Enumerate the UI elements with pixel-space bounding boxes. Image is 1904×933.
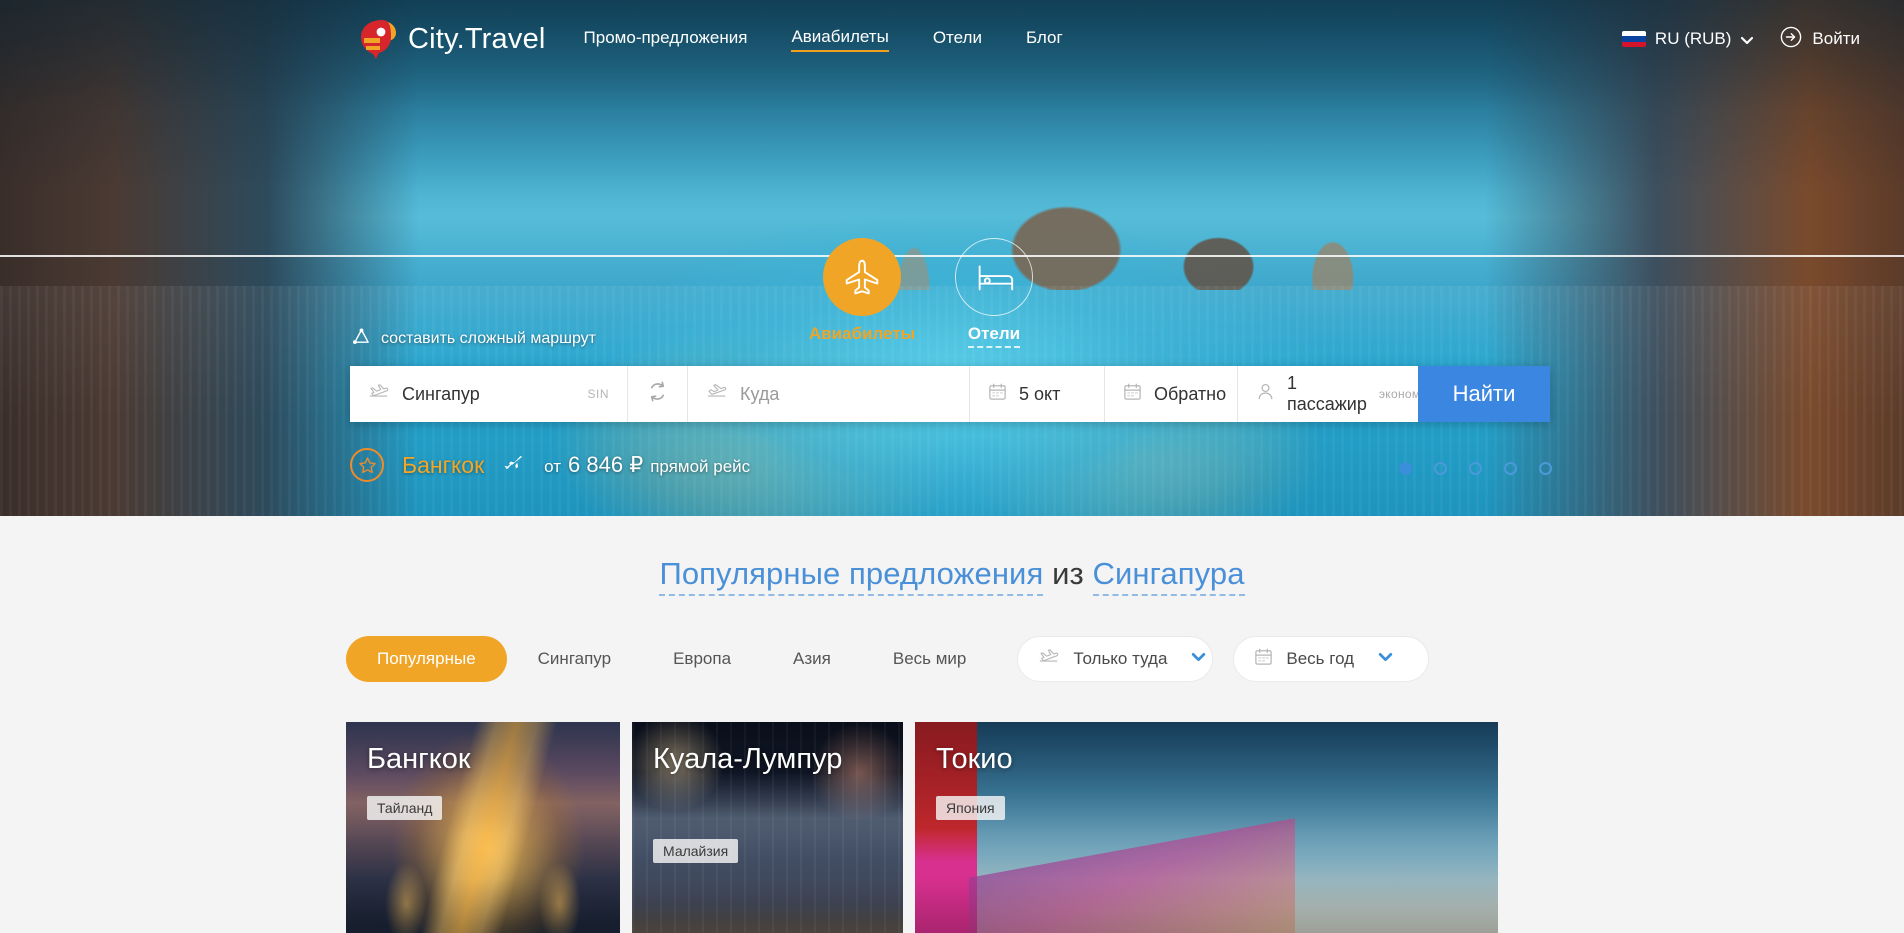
carousel-dots xyxy=(1399,462,1552,475)
category-tabs: Популярные Сингапур Европа Азия Весь мир xyxy=(346,636,997,682)
bed-icon xyxy=(955,238,1033,316)
promo-offer-bar[interactable]: Бангкок от 6 846 ₽ прямой рейс xyxy=(350,448,750,482)
nav-item-hotels[interactable]: Отели xyxy=(933,28,982,51)
star-circle-icon xyxy=(350,448,384,482)
mode-tab-flights-label: Авиабилеты xyxy=(808,324,916,343)
carousel-dot-4[interactable] xyxy=(1504,462,1517,475)
destination-card[interactable]: Токио Япония xyxy=(915,722,1498,933)
flight-search-form: Сингапур SIN Куда 5 окт Обратно 1 пассаж… xyxy=(350,366,1550,422)
trip-type-dropdown[interactable]: Только туда xyxy=(1017,636,1214,682)
passengers-value: 1 пассажир xyxy=(1287,373,1367,414)
carousel-dot-1[interactable] xyxy=(1399,462,1412,475)
origin-value: Сингапур xyxy=(402,383,480,404)
tab-europe[interactable]: Европа xyxy=(642,636,762,682)
destination-cards: Бангкок Тайланд от 6 846 ₽ Куала-Лумпур … xyxy=(0,682,1904,933)
card-city-name: Куала-Лумпур xyxy=(653,743,843,775)
calendar-icon xyxy=(1123,382,1142,406)
nav-item-promo[interactable]: Промо-предложения xyxy=(584,28,748,51)
tab-worldwide[interactable]: Весь мир xyxy=(862,636,998,682)
language-currency-selector[interactable]: RU (RUB) xyxy=(1621,29,1755,49)
offer-filters: Популярные Сингапур Европа Азия Весь мир… xyxy=(0,636,1904,682)
carousel-dot-2[interactable] xyxy=(1434,462,1447,475)
tab-popular[interactable]: Популярные xyxy=(346,636,507,682)
takeoff-plane-icon xyxy=(368,382,390,406)
card-country-badge: Тайланд xyxy=(367,796,443,820)
section-title-offers-link[interactable]: Популярные предложения xyxy=(659,556,1044,596)
landing-plane-icon xyxy=(706,382,728,406)
origin-iata-code: SIN xyxy=(587,387,609,401)
hero-banner: City.Travel Промо-предложения Авиабилеты… xyxy=(0,0,1904,516)
tab-singapore[interactable]: Сингапур xyxy=(507,636,642,682)
login-button[interactable]: Войти xyxy=(1780,26,1860,53)
language-label: RU (RUB) xyxy=(1654,29,1732,48)
card-country-badge: Малайзия xyxy=(653,839,739,863)
trip-type-label: Только туда xyxy=(1073,649,1168,668)
tab-asia[interactable]: Азия xyxy=(762,636,862,682)
mode-tab-flights[interactable]: Авиабилеты xyxy=(809,238,915,348)
cabin-class-value: эконом xyxy=(1378,387,1421,401)
russia-flag-icon xyxy=(1621,31,1646,47)
chevron-down-icon xyxy=(1190,648,1207,670)
complex-route-link[interactable]: составить сложный маршрут xyxy=(352,328,596,350)
period-dropdown[interactable]: Весь год xyxy=(1233,636,1430,682)
destination-card[interactable]: Куала-Лумпур Малайзия от 8 703 ₽ xyxy=(632,722,903,933)
period-label: Весь год xyxy=(1286,649,1355,668)
chevron-down-icon xyxy=(1377,648,1394,670)
direct-flight-icon xyxy=(502,454,526,477)
chevron-down-icon xyxy=(1740,32,1754,46)
return-date-value: Обратно xyxy=(1154,383,1227,404)
airplane-icon xyxy=(823,238,901,316)
takeoff-plane-icon xyxy=(1038,647,1060,671)
promo-price-note: прямой рейс xyxy=(650,457,751,476)
promo-city-name: Бангкок xyxy=(402,451,485,478)
promo-price-prefix: от xyxy=(544,457,562,476)
search-button[interactable]: Найти xyxy=(1418,366,1550,422)
promo-price: от 6 846 ₽ прямой рейс xyxy=(544,452,750,478)
login-arrow-icon xyxy=(1780,26,1802,53)
card-city-name: Бангкок xyxy=(367,743,471,775)
nav-item-flights[interactable]: Авиабилеты xyxy=(791,27,889,52)
promo-price-value: 6 846 ₽ xyxy=(568,452,644,477)
mode-tab-hotels[interactable]: Отели xyxy=(952,238,1036,348)
destination-field[interactable]: Куда xyxy=(688,366,970,422)
top-navigation-bar: City.Travel Промо-предложения Авиабилеты… xyxy=(0,0,1904,78)
section-title: Популярные предложения из Сингапура xyxy=(0,556,1904,596)
passengers-field[interactable]: 1 пассажир эконом xyxy=(1238,366,1421,422)
nav-right-group: RU (RUB) Войти xyxy=(1621,26,1860,53)
destination-placeholder: Куда xyxy=(740,383,780,404)
card-country-badge: Япония xyxy=(936,796,1005,820)
calendar-icon xyxy=(1254,647,1273,671)
multi-route-icon xyxy=(352,328,371,350)
booking-mode-tabs: Авиабилеты Отели xyxy=(809,238,1036,348)
return-date-field[interactable]: Обратно xyxy=(1105,366,1238,422)
swap-arrows-icon xyxy=(645,379,670,409)
swap-directions-button[interactable] xyxy=(628,366,688,422)
nav-item-blog[interactable]: Блог xyxy=(1026,28,1063,51)
carousel-dot-3[interactable] xyxy=(1469,462,1482,475)
popular-offers-section: Популярные предложения из Сингапура Попу… xyxy=(0,516,1904,933)
depart-date-value: 5 окт xyxy=(1019,383,1061,404)
mode-tab-hotels-label: Отели xyxy=(967,324,1021,348)
section-title-middle: из xyxy=(1052,556,1084,591)
card-city-name: Токио xyxy=(936,743,1013,775)
calendar-icon xyxy=(988,382,1007,406)
carousel-dot-5[interactable] xyxy=(1539,462,1552,475)
site-logo[interactable]: City.Travel xyxy=(352,18,546,60)
destination-card[interactable]: Бангкок Тайланд от 6 846 ₽ xyxy=(346,722,620,933)
origin-field[interactable]: Сингапур SIN xyxy=(350,366,628,422)
section-title-city-link[interactable]: Сингапура xyxy=(1092,556,1245,596)
complex-route-label: составить сложный маршрут xyxy=(381,330,597,347)
login-label: Войти xyxy=(1812,29,1860,48)
logo-text: City.Travel xyxy=(408,22,546,55)
depart-date-field[interactable]: 5 окт xyxy=(970,366,1105,422)
parrot-logo-icon xyxy=(352,18,398,60)
nav-links: Промо-предложения Авиабилеты Отели Блог xyxy=(584,27,1063,52)
person-icon xyxy=(1256,382,1275,406)
